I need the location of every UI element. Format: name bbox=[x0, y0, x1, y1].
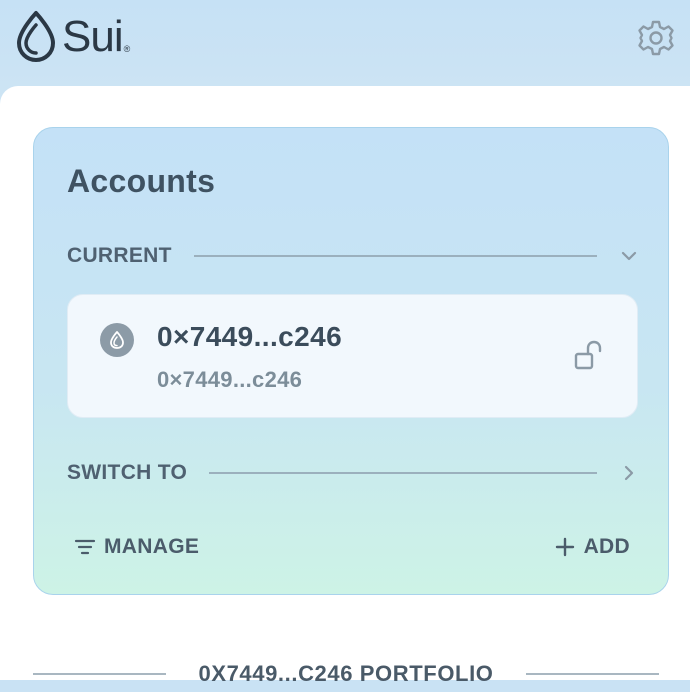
current-account-item[interactable]: 0×7449...c246 0×7449...c246 bbox=[67, 294, 638, 418]
manage-label: MANAGE bbox=[104, 535, 200, 558]
portfolio-divider-right bbox=[525, 673, 659, 675]
add-account-button[interactable]: ADD bbox=[554, 532, 630, 562]
portfolio-divider-left bbox=[33, 673, 167, 675]
chevron-right-icon bbox=[624, 465, 634, 481]
current-section-toggle[interactable]: CURRENT bbox=[67, 241, 639, 271]
account-avatar bbox=[100, 323, 134, 357]
lock-account-button[interactable] bbox=[573, 339, 607, 373]
chevron-down-icon bbox=[621, 251, 637, 261]
sui-drop-icon bbox=[17, 11, 55, 62]
filter-lines-icon bbox=[74, 539, 96, 555]
section-divider bbox=[193, 255, 597, 257]
sui-drop-icon bbox=[110, 331, 124, 349]
gear-icon bbox=[638, 20, 674, 56]
account-name: 0×7449...c246 bbox=[157, 321, 343, 352]
account-address: 0×7449...c246 bbox=[157, 367, 303, 392]
manage-button[interactable]: MANAGE bbox=[74, 532, 199, 562]
accounts-card: Accounts CURRENT 0×7449...c246 0×7449...… bbox=[33, 127, 669, 595]
current-section-label: CURRENT bbox=[67, 244, 172, 267]
sui-logo: Sui ® bbox=[14, 10, 130, 62]
plus-icon bbox=[555, 537, 574, 557]
logo-wordmark: Sui bbox=[62, 12, 124, 61]
logo-registered-mark: ® bbox=[123, 44, 131, 54]
switch-to-section-toggle[interactable]: SWITCH TO bbox=[67, 458, 639, 488]
accounts-title: Accounts bbox=[67, 163, 216, 199]
section-divider bbox=[209, 472, 597, 474]
add-label: ADD bbox=[583, 535, 630, 558]
unlock-icon bbox=[574, 340, 602, 370]
portfolio-title: 0X7449...C246 PORTFOLIO bbox=[198, 661, 494, 686]
app-header: Sui ® bbox=[0, 0, 690, 100]
switch-to-section-label: SWITCH TO bbox=[67, 461, 188, 484]
settings-button[interactable] bbox=[636, 18, 676, 58]
portfolio-heading: 0X7449...C246 PORTFOLIO bbox=[33, 656, 659, 692]
